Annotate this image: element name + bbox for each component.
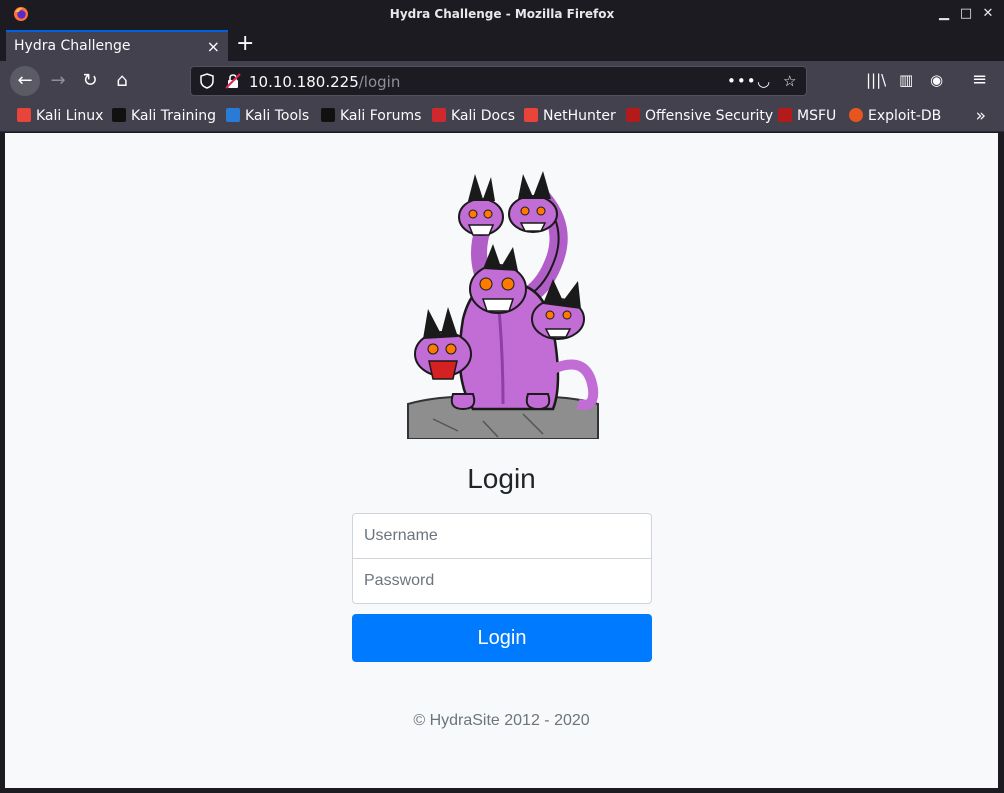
app-menu-icon[interactable]: ≡: [972, 69, 987, 90]
nethunter-icon: [524, 108, 538, 122]
bookmark-offensive-security[interactable]: Offensive Security: [626, 108, 773, 124]
exploit-db-icon: [849, 108, 863, 122]
bookmark-label: NetHunter: [543, 108, 616, 124]
page-content: Login Login © HydraSite 2012 - 2020: [5, 133, 998, 788]
bookmark-nethunter[interactable]: NetHunter: [524, 108, 616, 124]
password-input[interactable]: [352, 558, 652, 604]
offsec-icon: [626, 108, 640, 122]
close-window-icon[interactable]: ✕: [981, 7, 995, 21]
bookmark-label: Offensive Security: [645, 108, 774, 124]
kali-dragon-icon: [17, 108, 31, 122]
bookmark-label: Kali Training: [131, 108, 216, 124]
kali-training-icon: [112, 108, 126, 122]
bookmark-label: Kali Linux: [36, 108, 104, 124]
url-host: 10.10.180.225: [249, 73, 359, 91]
bookmarks-toolbar: Kali Linux Kali Training Kali Tools Kali…: [0, 102, 1004, 132]
bookmark-label: MSFU: [797, 108, 837, 124]
bookmark-kali-linux[interactable]: Kali Linux: [17, 108, 103, 124]
login-heading: Login: [467, 463, 536, 494]
new-tab-button[interactable]: +: [236, 32, 254, 56]
home-button[interactable]: ⌂: [107, 66, 137, 96]
tab-hydra-challenge[interactable]: Hydra Challenge ×: [6, 30, 228, 61]
bookmark-star-icon[interactable]: ☆: [783, 72, 796, 90]
navigation-toolbar: ← → ↻ ⌂ 10.10.180.225/login ••• ◡ ☆ |||\…: [0, 61, 1004, 102]
library-icon[interactable]: |||\: [866, 71, 886, 89]
kali-docs-icon: [432, 108, 446, 122]
bookmark-label: Kali Tools: [245, 108, 310, 124]
maximize-icon[interactable]: □: [959, 7, 973, 21]
bookmark-kali-tools[interactable]: Kali Tools: [226, 108, 309, 124]
username-input[interactable]: [352, 513, 652, 559]
window-title: Hydra Challenge - Mozilla Firefox: [389, 7, 615, 21]
bookmark-exploit-db[interactable]: Exploit-DB: [849, 108, 941, 124]
hydra-logo-image: [407, 171, 599, 439]
sidebar-icon[interactable]: ▥: [899, 71, 913, 89]
forward-button[interactable]: →: [43, 66, 73, 96]
bookmark-kali-training[interactable]: Kali Training: [112, 108, 216, 124]
pocket-icon[interactable]: ◡: [757, 72, 770, 90]
copyright-footer: © HydraSite 2012 - 2020: [413, 712, 590, 729]
kali-tools-icon: [226, 108, 240, 122]
bookmark-label: Kali Docs: [451, 108, 516, 124]
reload-button[interactable]: ↻: [75, 66, 105, 96]
insecure-lock-icon[interactable]: [225, 73, 241, 89]
tab-label: Hydra Challenge: [14, 38, 131, 54]
minimize-icon[interactable]: ▁: [937, 7, 951, 21]
bookmark-label: Kali Forums: [340, 108, 422, 124]
msfu-icon: [778, 108, 792, 122]
account-icon[interactable]: ◉: [930, 71, 943, 89]
bookmark-label: Exploit-DB: [868, 108, 942, 124]
window-titlebar: Hydra Challenge - Mozilla Firefox ▁ □ ✕: [0, 0, 1004, 29]
page-actions-icon[interactable]: •••: [727, 72, 757, 90]
bookmark-kali-docs[interactable]: Kali Docs: [432, 108, 515, 124]
kali-forums-icon: [321, 108, 335, 122]
tracking-shield-icon[interactable]: [199, 73, 215, 89]
url-path: /login: [358, 73, 401, 91]
back-button[interactable]: ←: [10, 66, 40, 96]
tab-close-icon[interactable]: ×: [207, 37, 220, 56]
url-text[interactable]: 10.10.180.225/login: [249, 73, 400, 91]
bookmark-msfu[interactable]: MSFU: [778, 108, 836, 124]
url-bar[interactable]: 10.10.180.225/login ••• ◡ ☆: [190, 66, 807, 96]
login-button[interactable]: Login: [352, 614, 652, 662]
bookmarks-overflow-icon[interactable]: »: [976, 106, 986, 126]
tab-strip: Hydra Challenge × +: [0, 29, 1004, 61]
bookmark-kali-forums[interactable]: Kali Forums: [321, 108, 421, 124]
